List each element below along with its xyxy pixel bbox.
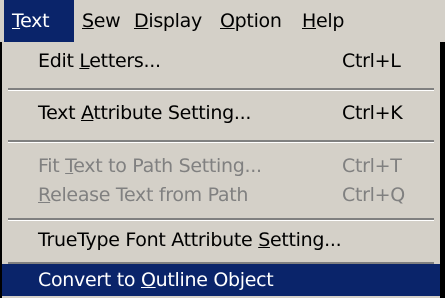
menu-item-label: TrueType Font Attribute Setting... — [38, 229, 342, 251]
menu-item-text-attribute-setting[interactable]: Text Attribute Setting... Ctrl+K — [2, 96, 440, 130]
menu-help[interactable]: Help — [294, 0, 352, 42]
menu-item-shortcut: Ctrl+L — [342, 50, 401, 72]
menu-separator — [8, 218, 434, 221]
menu-item-truetype-font-attribute-setting[interactable]: TrueType Font Attribute Setting... — [2, 223, 440, 257]
menu-item-edit-letters[interactable]: Edit Letters... Ctrl+L — [2, 44, 440, 78]
menu-item-label: Convert to Outline Object — [38, 269, 274, 291]
menu-sew[interactable]: Sew — [74, 0, 128, 42]
menu-item-shortcut: Ctrl+Q — [342, 184, 405, 206]
menu-display[interactable]: Display — [126, 0, 210, 42]
menu-item-label: Release Text from Path — [38, 184, 249, 206]
menu-item-label: Edit Letters... — [38, 50, 161, 72]
menu-separator — [8, 140, 434, 143]
menu-bar: Text Sew Display Option Help — [0, 0, 445, 42]
menu-item-release-text-from-path[interactable]: Release Text from Path Ctrl+Q — [2, 178, 440, 212]
menu-text[interactable]: Text — [4, 0, 74, 42]
menu-item-label: Text Attribute Setting... — [38, 102, 252, 124]
menu-item-shortcut: Ctrl+K — [342, 102, 403, 124]
menu-separator — [8, 88, 434, 91]
menu-option[interactable]: Option — [212, 0, 290, 42]
menu-item-convert-to-outline-object[interactable]: Convert to Outline Object — [2, 264, 440, 296]
text-dropdown-menu: Edit Letters... Ctrl+L Text Attribute Se… — [2, 42, 440, 298]
